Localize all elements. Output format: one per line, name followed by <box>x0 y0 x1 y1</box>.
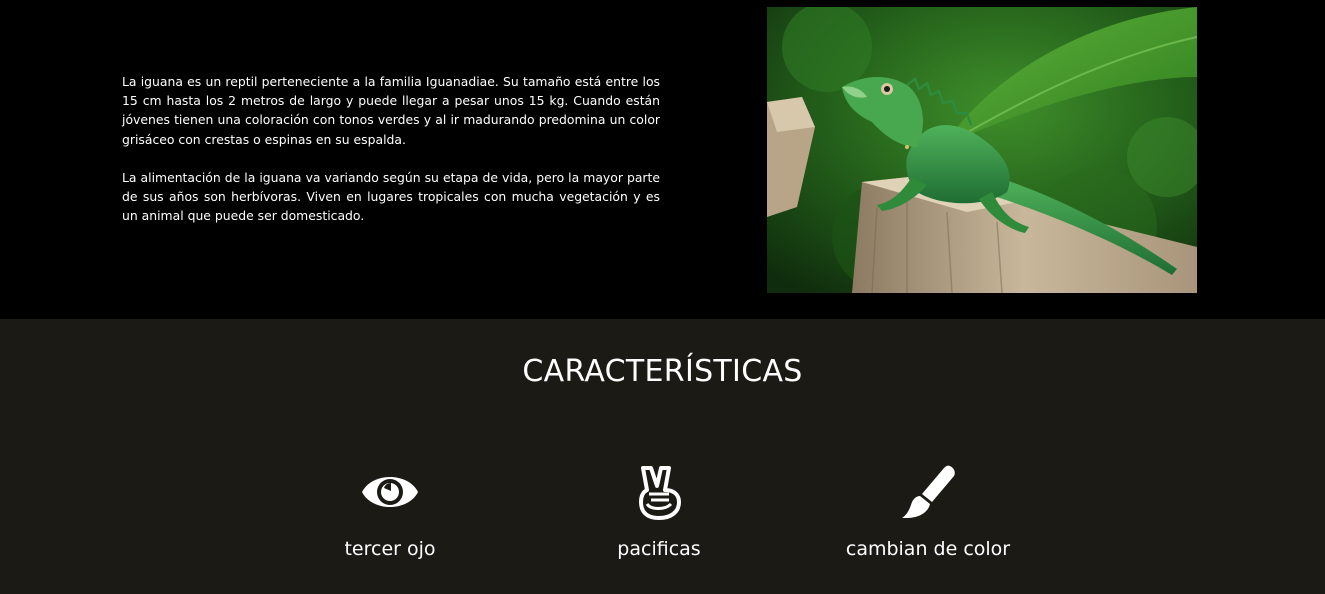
eye-icon <box>362 477 418 507</box>
intro-paragraph-2: La alimentación de la iguana va variando… <box>122 169 660 224</box>
feature-label: tercer ojo <box>344 538 436 560</box>
feature-cambian-de-color: cambian de color <box>798 464 1058 560</box>
intro-paragraph-1: La iguana es un reptil perteneciente a l… <box>122 74 660 147</box>
feature-label: cambian de color <box>845 538 1011 560</box>
intro-section: La iguana es un reptil perteneciente a l… <box>0 0 1325 319</box>
feature-label: pacificas <box>617 538 701 560</box>
iguana-photo <box>767 7 1197 293</box>
feature-pacificas: pacificas <box>529 464 789 560</box>
section-title: CARACTERÍSTICAS <box>522 354 803 389</box>
peace-hand-icon <box>639 466 681 520</box>
features-section: CARACTERÍSTICAS tercer ojo pacificas cam… <box>0 319 1325 594</box>
paintbrush-icon <box>902 465 955 518</box>
intro-text: La iguana es un reptil perteneciente a l… <box>122 72 660 244</box>
feature-tercer-ojo: tercer ojo <box>260 464 520 560</box>
